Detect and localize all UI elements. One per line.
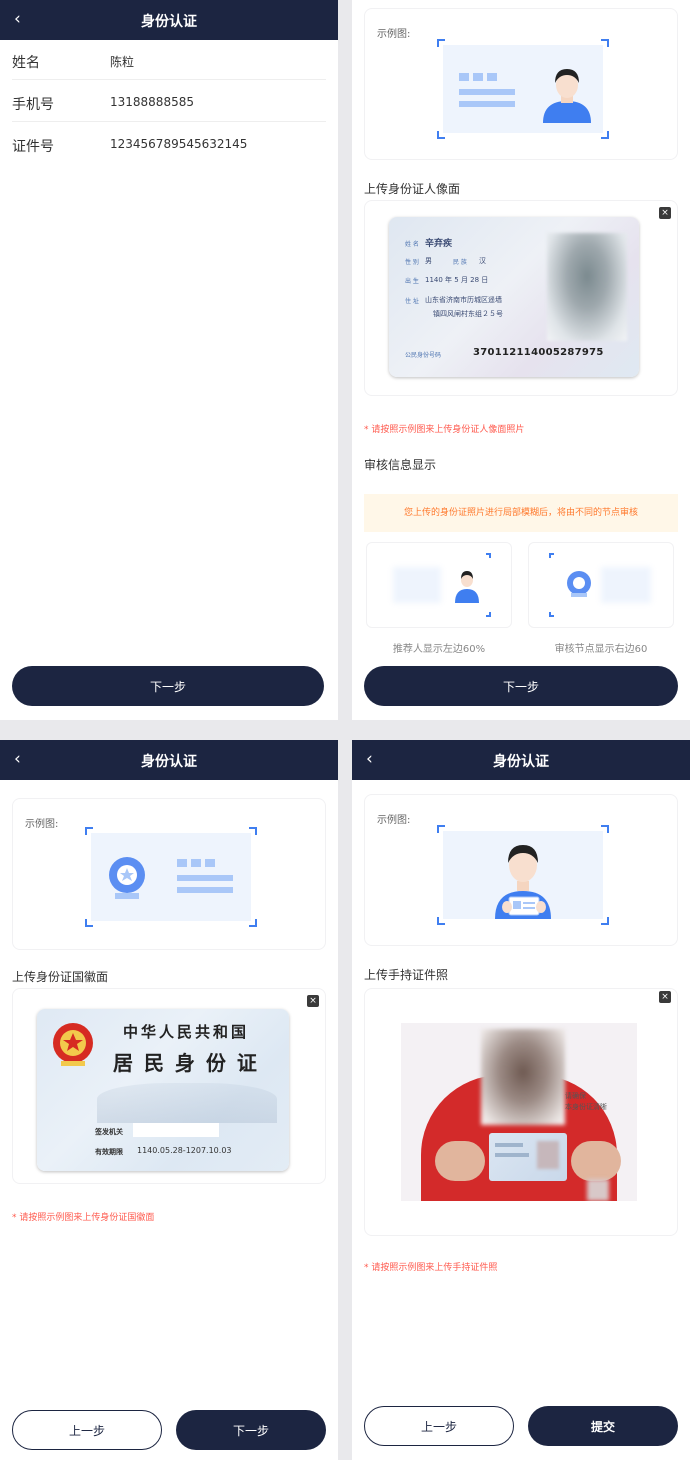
handheld-photo: 请确保 本身份证清晰 [401, 1023, 637, 1201]
id-gender: 男 [425, 257, 432, 265]
sample-back-illustration [85, 827, 257, 927]
upload-handheld-card[interactable]: × 请确保 本身份证清晰 [364, 988, 678, 1236]
id-name: 辛弃疾 [425, 239, 453, 249]
national-emblem-icon [567, 571, 591, 597]
nav-bar: ‹ 身份认证 [0, 740, 338, 780]
name-label: 姓名 [12, 55, 40, 71]
screen-id-back: ‹ 身份认证 示例图: 上传身份证国徽面 × 中华人民共和国 居 民 身 份 证… [0, 740, 338, 1460]
submit-button[interactable]: 提交 [528, 1406, 678, 1446]
page-title: 身份认证 [141, 14, 197, 30]
nav-bar: ‹ 身份认证 [352, 740, 690, 780]
id-gender-label: 性 别 [405, 259, 419, 266]
info-row-name: 姓名 陈粒 [12, 40, 326, 80]
id-number-card: 370112114005287975 [473, 347, 604, 358]
id-address-line1: 山东省济南市历城区遥墙 [425, 296, 502, 304]
id-ethnicity-label: 民 族 [453, 259, 467, 266]
info-row-id-number: 证件号 123456789545632145 [12, 124, 326, 164]
phone-value: 13188888585 [110, 95, 194, 109]
screen-personal-info: ‹ 身份认证 姓名 陈粒 手机号 13188888585 证件号 1234567… [0, 0, 338, 720]
review-right-card [528, 542, 674, 628]
upload-front-hint: * 请按照示例图来上传身份证人像面照片 [364, 425, 525, 435]
person-holding-id-icon [495, 845, 551, 919]
page-title: 身份认证 [141, 754, 197, 770]
upload-back-card[interactable]: × 中华人民共和国 居 民 身 份 证 签发机关 有效期限 1140.05.28… [12, 988, 326, 1184]
info-row-phone: 手机号 13188888585 [12, 82, 326, 122]
person-avatar-icon [455, 571, 479, 603]
close-icon[interactable]: × [659, 991, 671, 1003]
close-icon[interactable]: × [307, 995, 319, 1007]
blurred-face [481, 1029, 565, 1125]
review-notice: 您上传的身份证照片进行局部模糊后，将由不同的节点审核 [364, 494, 678, 532]
screen-id-front: 示例图: 上传身份证人像面 × 姓 名 辛弃疾 性 别 男 民 族 汉 出 生 … [352, 0, 690, 720]
next-button[interactable]: 下一步 [12, 666, 324, 706]
upload-front-title: 上传身份证人像面 [364, 182, 461, 196]
phone-label: 手机号 [12, 97, 54, 113]
sample-card: 示例图: [12, 798, 326, 950]
sample-label: 示例图: [377, 815, 411, 826]
upload-back-hint: * 请按照示例图来上传身份证国徽面 [12, 1213, 155, 1223]
review-title: 审核信息显示 [364, 458, 437, 472]
nav-bar: ‹ 身份认证 [0, 0, 338, 40]
sample-front-illustration [437, 39, 609, 139]
upload-back-title: 上传身份证国徽面 [12, 970, 109, 984]
card-country: 中华人民共和国 [123, 1023, 250, 1041]
validity-dates: 1140.05.28-1207.10.03 [137, 1146, 232, 1155]
page-title: 身份认证 [493, 754, 549, 770]
upload-handheld-hint: * 请按照示例图来上传手持证件照 [364, 1263, 498, 1273]
authority-label: 签发机关 [95, 1128, 123, 1136]
next-button[interactable]: 下一步 [364, 666, 678, 706]
handwritten-note: 请确保 本身份证清晰 [565, 1092, 607, 1111]
prev-button[interactable]: 上一步 [364, 1406, 514, 1446]
sample-label: 示例图: [377, 29, 411, 40]
national-emblem-icon [109, 857, 145, 899]
id-card-front-photo: 姓 名 辛弃疾 性 别 男 民 族 汉 出 生 1140 年 5 月 28 日 … [389, 217, 639, 377]
id-card-back-photo: 中华人民共和国 居 民 身 份 证 签发机关 有效期限 1140.05.28-1… [37, 1009, 289, 1171]
id-address-label: 住 址 [405, 298, 419, 305]
id-ethnicity: 汉 [479, 257, 486, 265]
id-birth: 1140 年 5 月 28 日 [425, 276, 489, 284]
id-number-label-card: 公民身份号码 [405, 352, 442, 359]
id-number-label: 证件号 [12, 139, 54, 155]
review-left-caption: 推荐人显示左边60% [392, 644, 486, 655]
prev-button[interactable]: 上一步 [12, 1410, 162, 1450]
sample-card: 示例图: [364, 794, 678, 946]
person-avatar-icon [543, 69, 591, 123]
authority-redacted [133, 1123, 219, 1137]
review-right-caption: 审核节点显示右边60 [554, 644, 648, 655]
name-value: 陈粒 [110, 55, 135, 69]
held-id-card [489, 1133, 567, 1181]
id-number-value: 123456789545632145 [110, 137, 248, 151]
id-birth-label: 出 生 [405, 278, 419, 285]
id-name-label: 姓 名 [405, 241, 419, 248]
upload-front-card[interactable]: × 姓 名 辛弃疾 性 别 男 民 族 汉 出 生 1140 年 5 月 28 … [364, 200, 678, 396]
screen-handheld-id: ‹ 身份认证 示例图: 上传手持证件照 × 请确保 本身份证清晰 * 请按照示例… [352, 740, 690, 1460]
card-name: 居 民 身 份 证 [113, 1051, 259, 1075]
national-emblem-icon [53, 1023, 93, 1066]
close-icon[interactable]: × [659, 207, 671, 219]
blurred-portrait [547, 233, 627, 341]
id-address-line2: 镇四风闸村东组２５号 [433, 310, 503, 318]
validity-label: 有效期限 [95, 1148, 123, 1156]
review-left-card [366, 542, 512, 628]
sample-handheld-illustration [437, 825, 609, 925]
next-button[interactable]: 下一步 [176, 1410, 326, 1450]
sample-card: 示例图: [364, 8, 678, 160]
sample-label: 示例图: [25, 819, 59, 830]
upload-handheld-title: 上传手持证件照 [364, 968, 449, 982]
